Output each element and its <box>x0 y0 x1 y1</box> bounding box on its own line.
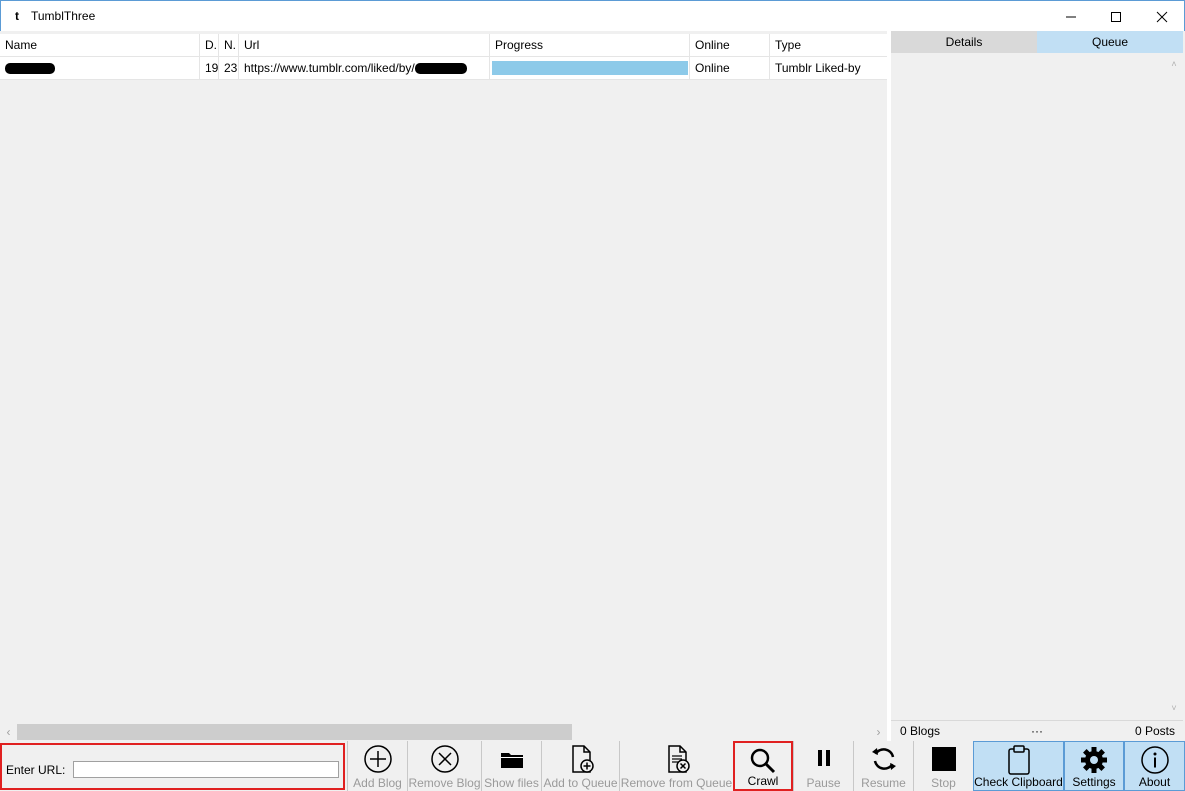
column-header-name[interactable]: Name <box>0 34 200 57</box>
table-row[interactable]: 19 23 https://www.tumblr.com/liked/by/ O… <box>0 57 887 80</box>
gear-icon <box>1081 747 1107 773</box>
blogs-count: 0 Blogs <box>900 724 941 738</box>
add-document-icon <box>571 745 594 773</box>
pause-button[interactable]: Pause <box>793 741 853 791</box>
url-input[interactable] <box>73 761 339 778</box>
add-to-queue-button[interactable]: Add to Queue <box>541 741 619 791</box>
info-icon <box>1140 746 1169 774</box>
stop-icon <box>931 747 956 771</box>
scroll-left-arrow-icon[interactable]: ‹ <box>0 723 17 741</box>
bottom-toolbar: Enter URL: Add Blog Remove Blog Show fil… <box>0 741 1185 791</box>
blog-list-pane: Name D. N. Url Progress Online Type 19 2… <box>0 31 887 741</box>
remove-document-icon <box>667 745 690 773</box>
progress-bar-fill <box>492 61 688 75</box>
status-ellipsis: ··· <box>1031 724 1043 738</box>
about-button[interactable]: About <box>1124 741 1185 791</box>
scroll-up-arrow-icon[interactable]: ˄ <box>1169 59 1179 69</box>
add-blog-button[interactable]: Add Blog <box>347 741 407 791</box>
clipboard-icon <box>1007 745 1030 775</box>
stop-label: Stop <box>931 776 956 790</box>
redacted-name <box>5 63 55 75</box>
horizontal-scrollbar[interactable]: ‹ › <box>0 723 887 741</box>
settings-button[interactable]: Settings <box>1064 741 1124 791</box>
column-header-type[interactable]: Type <box>770 34 887 57</box>
add-to-queue-label: Add to Queue <box>543 776 618 790</box>
crawl-button[interactable]: Crawl <box>733 741 793 791</box>
scroll-right-arrow-icon[interactable]: › <box>870 723 887 741</box>
column-header-online[interactable]: Online <box>690 34 770 57</box>
resume-button[interactable]: Resume <box>853 741 913 791</box>
url-entry-area: Enter URL: <box>0 743 345 790</box>
window-title: TumblThree <box>31 9 96 23</box>
maximize-icon <box>1111 11 1121 22</box>
plus-circle-icon <box>363 745 392 773</box>
column-header-progress[interactable]: Progress <box>490 34 690 57</box>
column-header-number[interactable]: N. <box>219 34 239 57</box>
queue-list[interactable]: ˄ ˅ <box>891 53 1183 717</box>
add-blog-label: Add Blog <box>353 776 402 790</box>
pause-label: Pause <box>806 776 841 790</box>
online-status-cell: Online <box>690 57 770 80</box>
remove-blog-button[interactable]: Remove Blog <box>407 741 481 791</box>
blog-type-cell: Tumblr Liked-by <box>775 61 861 75</box>
remove-from-queue-label: Remove from Queue <box>620 776 733 790</box>
column-header-url[interactable]: Url <box>239 34 490 57</box>
resume-label: Resume <box>861 776 906 790</box>
stop-button[interactable]: Stop <box>913 741 973 791</box>
folder-icon <box>500 753 523 768</box>
downloaded-count-cell: 19 <box>200 57 219 80</box>
show-files-label: Show files <box>484 776 539 790</box>
settings-label: Settings <box>1072 775 1116 789</box>
number-count-cell: 23 <box>219 57 239 80</box>
side-panel: Details Queue ˄ ˅ 0 Blogs ··· 0 Posts <box>891 31 1185 741</box>
check-clipboard-label: Check Clipboard <box>974 775 1063 789</box>
maximize-button[interactable] <box>1093 1 1139 32</box>
crawl-label: Crawl <box>747 774 779 788</box>
search-icon <box>750 748 776 774</box>
column-header-downloaded[interactable]: D. <box>200 34 219 57</box>
about-label: About <box>1138 775 1171 789</box>
tumblthree-app-icon: t <box>15 9 19 23</box>
x-circle-icon <box>430 745 459 773</box>
horizontal-scroll-thumb[interactable] <box>17 724 572 740</box>
minimize-icon <box>1066 16 1076 17</box>
remove-from-queue-button[interactable]: Remove from Queue <box>619 741 733 791</box>
close-button[interactable] <box>1139 1 1185 32</box>
blog-name-cell <box>0 57 200 80</box>
blog-table-header: Name D. N. Url Progress Online Type <box>0 34 887 57</box>
minimize-button[interactable] <box>1048 1 1094 32</box>
progress-bar <box>492 61 688 75</box>
posts-count: 0 Posts <box>1134 724 1175 738</box>
url-cell: https://www.tumblr.com/liked/by/ <box>239 57 490 80</box>
title-bar: t TumblThree <box>0 0 1185 31</box>
tab-queue[interactable]: Queue <box>1037 31 1183 53</box>
enter-url-label: Enter URL: <box>6 763 66 777</box>
scroll-down-arrow-icon[interactable]: ˅ <box>1169 703 1179 713</box>
show-files-button[interactable]: Show files <box>481 741 541 791</box>
url-text: https://www.tumblr.com/liked/by/ <box>244 61 415 75</box>
queue-status-bar: 0 Blogs ··· 0 Posts <box>891 720 1183 741</box>
tab-details[interactable]: Details <box>891 31 1037 53</box>
redacted-url-part <box>414 63 467 75</box>
close-icon <box>1156 11 1168 22</box>
progress-cell <box>490 57 690 80</box>
refresh-icon <box>871 748 896 770</box>
pause-icon <box>817 750 830 766</box>
check-clipboard-button[interactable]: Check Clipboard <box>973 741 1064 791</box>
remove-blog-label: Remove Blog <box>408 776 481 790</box>
